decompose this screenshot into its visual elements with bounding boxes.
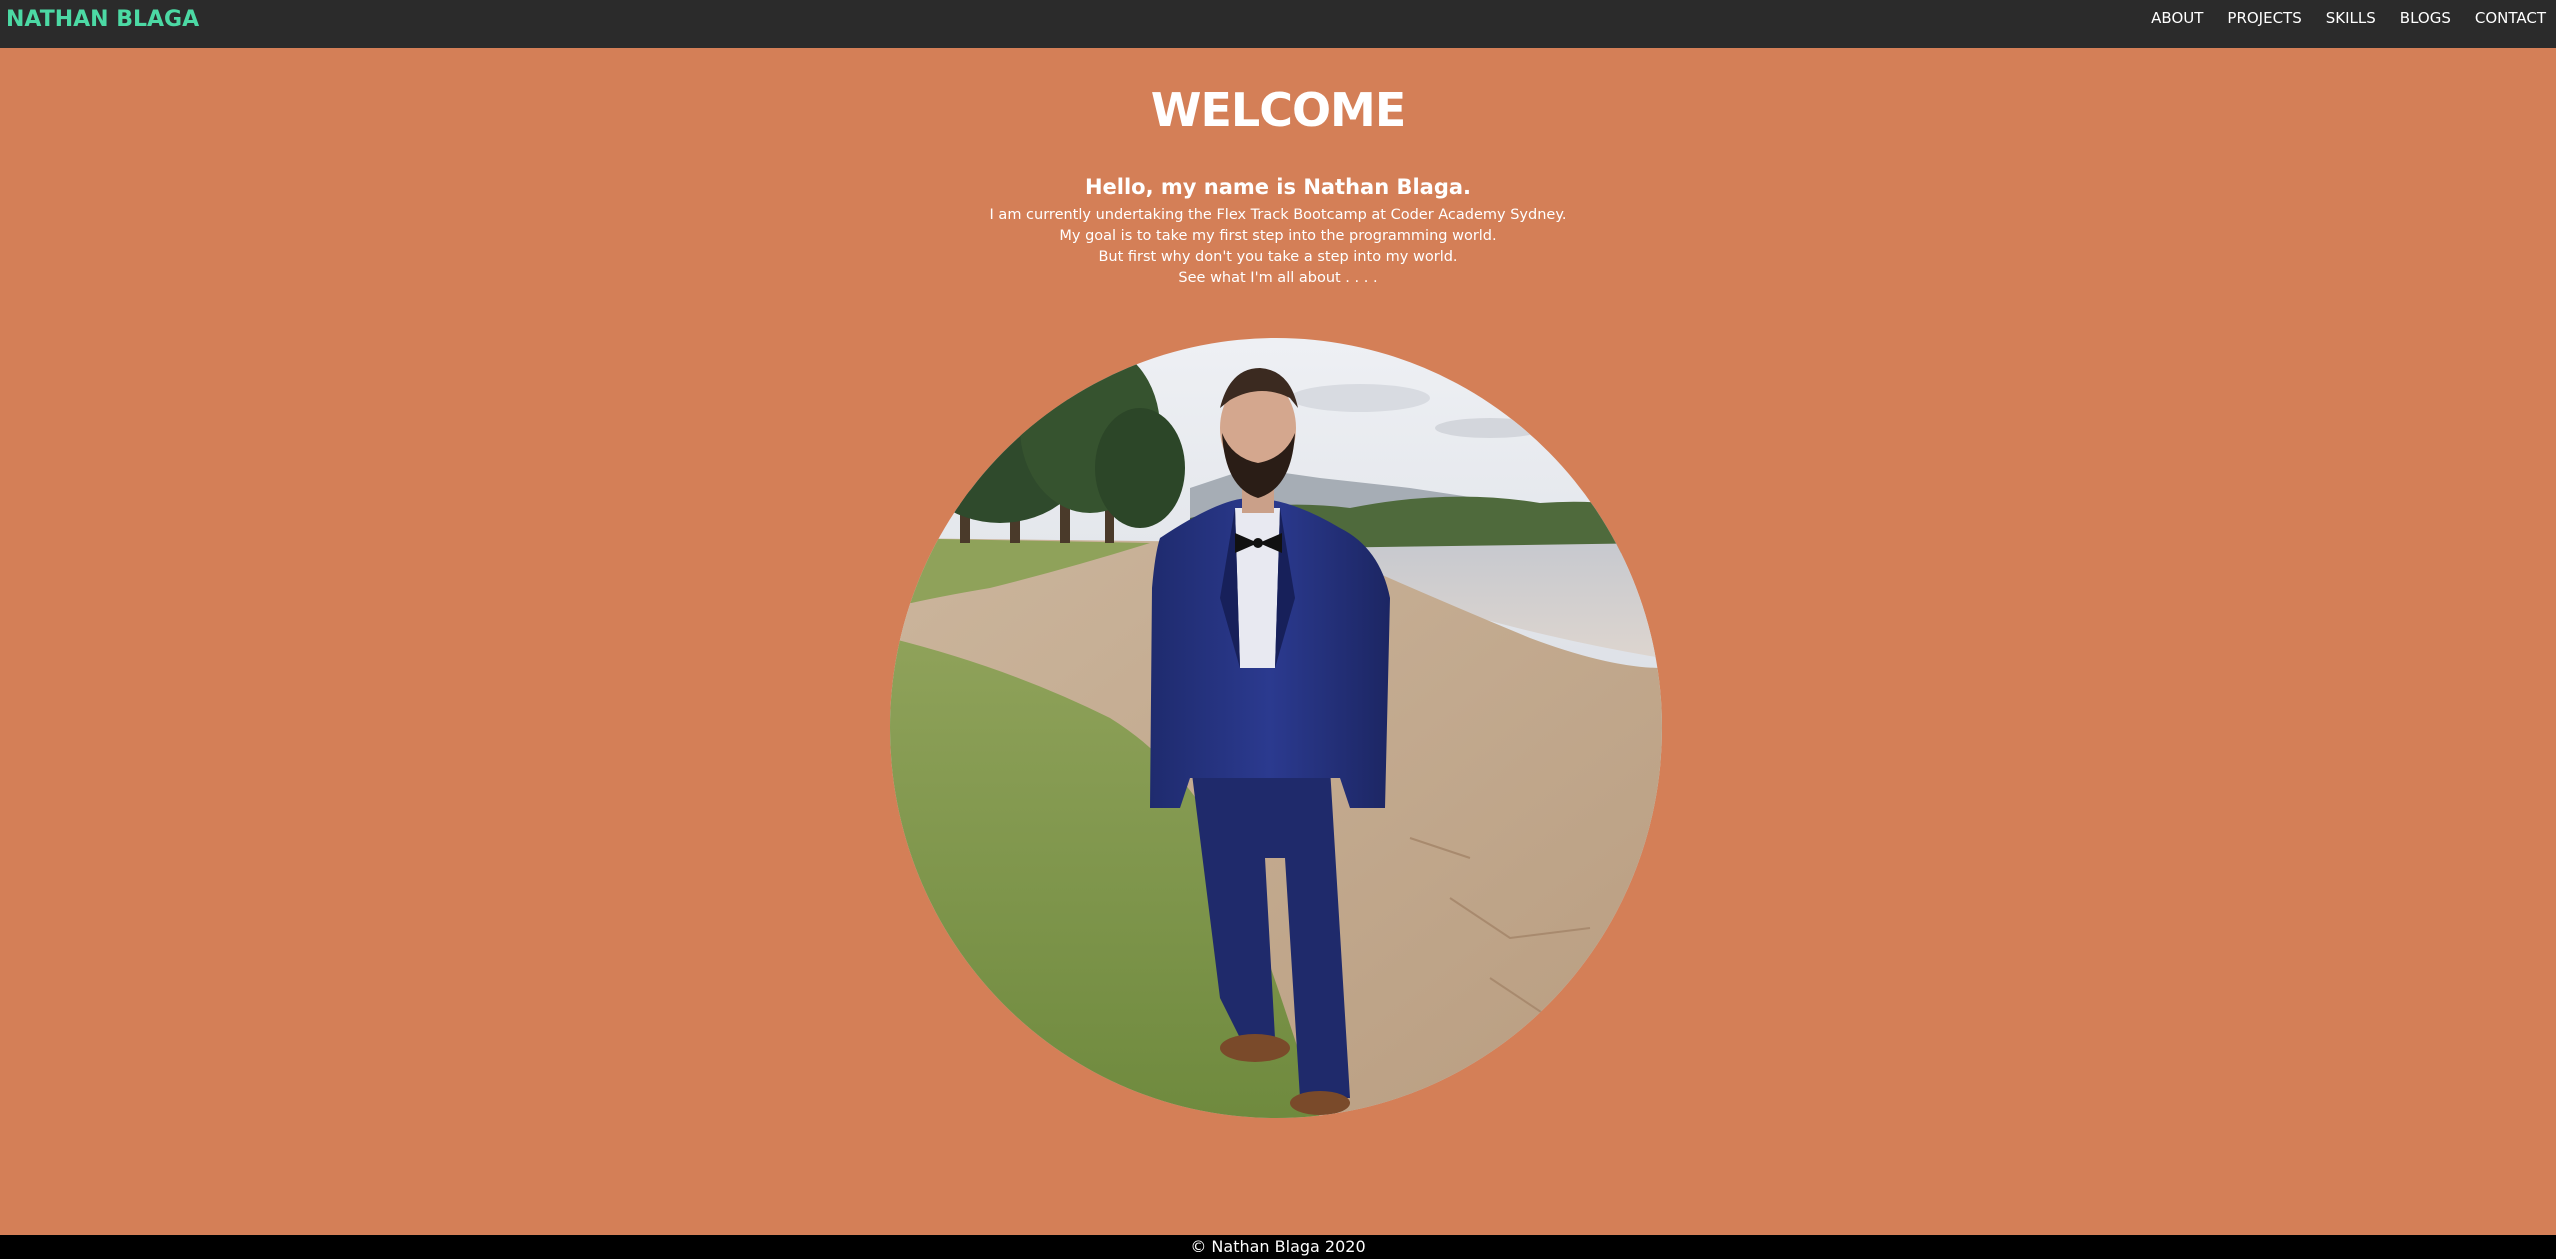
intro-line: My goal is to take my first step into th… bbox=[1059, 228, 1497, 244]
nav-link-blogs[interactable]: BLOGS bbox=[2400, 9, 2451, 27]
intro-line: I am currently undertaking the Flex Trac… bbox=[989, 207, 1567, 223]
intro-text: I am currently undertaking the Flex Trac… bbox=[0, 205, 2556, 289]
profile-photo bbox=[890, 338, 1662, 1118]
top-navbar: NATHAN BLAGA ABOUT PROJECTS SKILLS BLOGS… bbox=[0, 0, 2556, 48]
footer-copyright: © Nathan Blaga 2020 bbox=[1190, 1237, 1366, 1256]
nav-link-contact[interactable]: CONTACT bbox=[2475, 9, 2546, 27]
nav-links: ABOUT PROJECTS SKILLS BLOGS CONTACT bbox=[2127, 9, 2546, 27]
intro-heading: Hello, my name is Nathan Blaga. bbox=[1084, 175, 1472, 199]
profile-photo-illustration bbox=[890, 338, 1662, 1118]
page-title: WELCOME bbox=[1150, 83, 1407, 137]
nav-link-projects[interactable]: PROJECTS bbox=[2227, 9, 2301, 27]
footer: © Nathan Blaga 2020 bbox=[0, 1235, 2556, 1259]
nav-link-skills[interactable]: SKILLS bbox=[2326, 9, 2376, 27]
brand-logo-link[interactable]: NATHAN BLAGA bbox=[6, 8, 199, 32]
nav-link-about[interactable]: ABOUT bbox=[2151, 9, 2203, 27]
intro-line: See what I'm all about . . . . bbox=[1178, 270, 1378, 286]
intro-line: But first why don't you take a step into… bbox=[1098, 249, 1458, 265]
